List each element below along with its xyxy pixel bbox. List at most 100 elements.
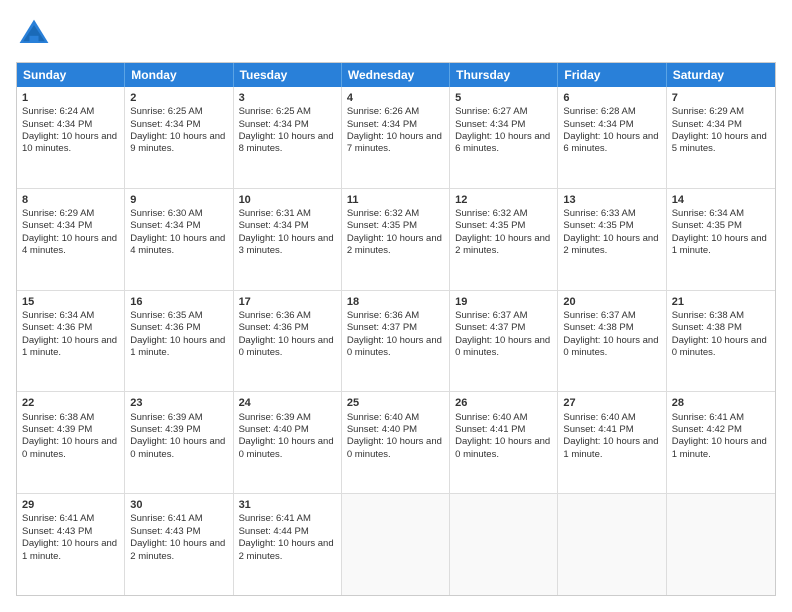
sunset-text: Sunset: 4:35 PM [347,220,417,231]
sunset-text: Sunset: 4:36 PM [130,322,200,333]
day-number: 19 [455,295,552,309]
daylight-text: Daylight: 10 hours and 0 minutes. [130,436,225,459]
calendar-header: SundayMondayTuesdayWednesdayThursdayFrid… [17,63,775,87]
sunrise-text: Sunrise: 6:35 AM [130,310,202,321]
header-day-saturday: Saturday [667,63,775,87]
daylight-text: Daylight: 10 hours and 0 minutes. [563,335,658,358]
calendar-cell-day-13: 13Sunrise: 6:33 AMSunset: 4:35 PMDayligh… [558,189,666,290]
sunrise-text: Sunrise: 6:32 AM [455,208,527,219]
daylight-text: Daylight: 10 hours and 7 minutes. [347,131,442,154]
calendar-cell-day-1: 1Sunrise: 6:24 AMSunset: 4:34 PMDaylight… [17,87,125,188]
calendar-week-5: 29Sunrise: 6:41 AMSunset: 4:43 PMDayligh… [17,494,775,595]
sunrise-text: Sunrise: 6:34 AM [22,310,94,321]
daylight-text: Daylight: 10 hours and 5 minutes. [672,131,767,154]
daylight-text: Daylight: 10 hours and 9 minutes. [130,131,225,154]
calendar-cell-day-20: 20Sunrise: 6:37 AMSunset: 4:38 PMDayligh… [558,291,666,392]
daylight-text: Daylight: 10 hours and 10 minutes. [22,131,117,154]
calendar-cell-day-21: 21Sunrise: 6:38 AMSunset: 4:38 PMDayligh… [667,291,775,392]
daylight-text: Daylight: 10 hours and 3 minutes. [239,233,334,256]
sunset-text: Sunset: 4:35 PM [563,220,633,231]
daylight-text: Daylight: 10 hours and 1 minute. [22,335,117,358]
sunset-text: Sunset: 4:34 PM [22,220,92,231]
sunrise-text: Sunrise: 6:27 AM [455,106,527,117]
sunset-text: Sunset: 4:34 PM [130,220,200,231]
calendar-cell-day-8: 8Sunrise: 6:29 AMSunset: 4:34 PMDaylight… [17,189,125,290]
day-number: 11 [347,193,444,207]
calendar-cell-day-31: 31Sunrise: 6:41 AMSunset: 4:44 PMDayligh… [234,494,342,595]
header [16,16,776,52]
calendar-cell-day-15: 15Sunrise: 6:34 AMSunset: 4:36 PM Dayligh… [17,291,125,392]
sunset-text: Sunset: 4:35 PM [455,220,525,231]
daylight-text: Daylight: 10 hours and 8 minutes. [239,131,334,154]
calendar-cell-day-11: 11Sunrise: 6:32 AMSunset: 4:35 PM Dayligh… [342,189,450,290]
sunrise-text: Sunrise: 6:41 AM [22,513,94,524]
calendar-cell-empty [450,494,558,595]
daylight-text: Daylight: 10 hours and 1 minute. [22,538,117,561]
calendar-cell-empty [342,494,450,595]
day-number: 24 [239,396,336,410]
sunrise-text: Sunrise: 6:30 AM [130,208,202,219]
sunset-text: Sunset: 4:43 PM [22,526,92,537]
calendar-week-4: 22Sunrise: 6:38 AMSunset: 4:39 PMDayligh… [17,392,775,494]
calendar-cell-day-28: 28Sunrise: 6:41 AMSunset: 4:42 PMDayligh… [667,392,775,493]
page: SundayMondayTuesdayWednesdayThursdayFrid… [0,0,792,612]
sunrise-text: Sunrise: 6:38 AM [22,412,94,423]
sunset-text: Sunset: 4:41 PM [563,424,633,435]
sunset-text: Sunset: 4:37 PM [347,322,417,333]
day-number: 2 [130,91,227,105]
sunrise-text: Sunrise: 6:39 AM [239,412,311,423]
calendar-cell-day-16: 16Sunrise: 6:35 AMSunset: 4:36 PMDayligh… [125,291,233,392]
daylight-text: Daylight: 10 hours and 2 minutes. [455,233,550,256]
calendar-cell-day-12: 12Sunrise: 6:32 AMSunset: 4:35 PMDayligh… [450,189,558,290]
sunset-text: Sunset: 4:40 PM [239,424,309,435]
header-day-sunday: Sunday [17,63,125,87]
calendar-cell-empty [558,494,666,595]
day-number: 17 [239,295,336,309]
sunrise-text: Sunrise: 6:32 AM [347,208,419,219]
calendar-cell-day-7: 7Sunrise: 6:29 AMSunset: 4:34 PMDaylight… [667,87,775,188]
sunset-text: Sunset: 4:44 PM [239,526,309,537]
calendar-cell-day-17: 17Sunrise: 6:36 AMSunset: 4:36 PMDayligh… [234,291,342,392]
calendar-cell-day-14: 14Sunrise: 6:34 AMSunset: 4:35 PMDayligh… [667,189,775,290]
header-day-friday: Friday [558,63,666,87]
sunrise-text: Sunrise: 6:38 AM [672,310,744,321]
day-number: 18 [347,295,444,309]
sunrise-text: Sunrise: 6:29 AM [672,106,744,117]
calendar-cell-day-25: 25Sunrise: 6:40 AMSunset: 4:40 PMDayligh… [342,392,450,493]
sunset-text: Sunset: 4:36 PM [22,322,92,333]
daylight-text: Daylight: 10 hours and 0 minutes. [239,335,334,358]
sunset-text: Sunset: 4:34 PM [455,119,525,130]
sunset-text: Sunset: 4:41 PM [455,424,525,435]
daylight-text: Daylight: 10 hours and 0 minutes. [347,335,442,358]
calendar-cell-day-2: 2Sunrise: 6:25 AMSunset: 4:34 PMDaylight… [125,87,233,188]
sunrise-text: Sunrise: 6:25 AM [239,106,311,117]
daylight-text: Daylight: 10 hours and 1 minute. [672,233,767,256]
day-number: 5 [455,91,552,105]
sunset-text: Sunset: 4:42 PM [672,424,742,435]
day-number: 23 [130,396,227,410]
logo [16,16,56,52]
daylight-text: Daylight: 10 hours and 2 minutes. [347,233,442,256]
sunset-text: Sunset: 4:34 PM [347,119,417,130]
sunrise-text: Sunrise: 6:37 AM [455,310,527,321]
sunset-text: Sunset: 4:38 PM [672,322,742,333]
sunrise-text: Sunrise: 6:28 AM [563,106,635,117]
header-day-wednesday: Wednesday [342,63,450,87]
calendar-cell-day-29: 29Sunrise: 6:41 AM Sunset: 4:43 PMDayligh… [17,494,125,595]
daylight-text: Daylight: 10 hours and 6 minutes. [563,131,658,154]
sunset-text: Sunset: 4:34 PM [563,119,633,130]
day-number: 13 [563,193,660,207]
sunrise-text: Sunrise: 6:31 AM [239,208,311,219]
day-number: 21 [672,295,770,309]
calendar-cell-day-10: 10Sunrise: 6:31 AMSunset: 4:34 PMDayligh… [234,189,342,290]
daylight-text: Daylight: 10 hours and 2 minutes. [130,538,225,561]
day-number: 15 [22,295,119,309]
daylight-text: Daylight: 10 hours and 6 minutes. [455,131,550,154]
calendar-cell-day-5: 5Sunrise: 6:27 AM Sunset: 4:34 PMDaylight… [450,87,558,188]
sunset-text: Sunset: 4:39 PM [130,424,200,435]
daylight-text: Daylight: 10 hours and 4 minutes. [130,233,225,256]
sunset-text: Sunset: 4:34 PM [130,119,200,130]
day-number: 29 [22,498,119,512]
sunset-text: Sunset: 4:36 PM [239,322,309,333]
sunset-text: Sunset: 4:34 PM [239,119,309,130]
